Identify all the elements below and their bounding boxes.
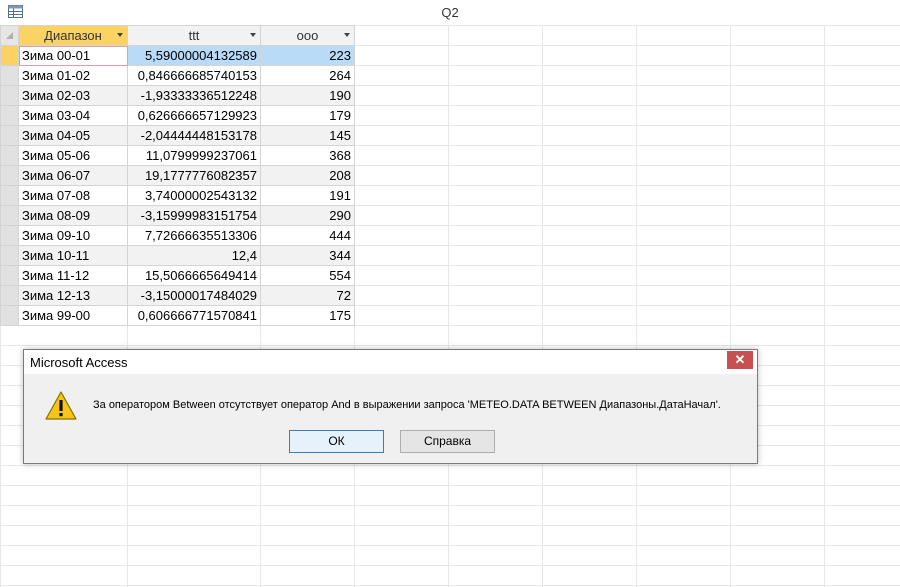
- dialog-message: За оператором Between отсутствует операт…: [93, 399, 721, 411]
- column-header-label: ttt: [188, 28, 200, 43]
- row-selector[interactable]: [0, 305, 19, 326]
- cell-range[interactable]: Зима 04-05: [18, 125, 128, 146]
- column-header-ooo[interactable]: ooo: [260, 25, 355, 46]
- cell-range[interactable]: Зима 10-11: [18, 245, 128, 266]
- cell-range[interactable]: Зима 12-13: [18, 285, 128, 306]
- cell-range[interactable]: Зима 03-04: [18, 105, 128, 126]
- cell-range[interactable]: Зима 08-09: [18, 205, 128, 226]
- row-selector[interactable]: [0, 165, 19, 186]
- cell-ooo[interactable]: 368: [260, 145, 355, 166]
- cell-ttt[interactable]: 12,4: [127, 245, 261, 266]
- cell-ooo[interactable]: 290: [260, 205, 355, 226]
- table-row[interactable]: Зима 11-12 15,5066665649414 554: [0, 265, 355, 286]
- table-row[interactable]: Зима 07-08 3,74000002543132 191: [0, 185, 355, 206]
- cell-ttt[interactable]: 0,606666771570841: [127, 305, 261, 326]
- cell-range[interactable]: Зима 00-01: [18, 45, 128, 66]
- table-row[interactable]: Зима 01-02 0,846666685740153 264: [0, 65, 355, 86]
- table-row[interactable]: Зима 10-11 12,4 344: [0, 245, 355, 266]
- table-row[interactable]: Зима 06-07 19,1777776082357 208: [0, 165, 355, 186]
- row-selector[interactable]: [0, 125, 19, 146]
- table-row[interactable]: Зима 00-01 5,59000004132589 223: [0, 45, 355, 66]
- table-row[interactable]: Зима 03-04 0,626666657129923 179: [0, 105, 355, 126]
- row-selector[interactable]: [0, 105, 19, 126]
- cell-ttt[interactable]: 15,5066665649414: [127, 265, 261, 286]
- table-row[interactable]: Зима 09-10 7,72666635513306 444: [0, 225, 355, 246]
- row-selector[interactable]: [0, 285, 19, 306]
- error-dialog: Microsoft Access ✕ За оператором Between…: [23, 349, 758, 464]
- row-selector[interactable]: [0, 225, 19, 246]
- row-selector[interactable]: [0, 245, 19, 266]
- dropdown-arrow-icon[interactable]: [117, 33, 123, 37]
- select-all-corner[interactable]: [0, 25, 19, 46]
- dialog-titlebar: Microsoft Access ✕: [24, 350, 757, 374]
- cell-range[interactable]: Зима 02-03: [18, 85, 128, 106]
- cell-range[interactable]: Зима 05-06: [18, 145, 128, 166]
- cell-ooo[interactable]: 191: [260, 185, 355, 206]
- cell-range[interactable]: Зима 07-08: [18, 185, 128, 206]
- row-selector[interactable]: [0, 45, 19, 66]
- cell-range[interactable]: Зима 09-10: [18, 225, 128, 246]
- table-row[interactable]: Зима 99-00 0,606666771570841 175: [0, 305, 355, 326]
- help-button[interactable]: Справка: [400, 430, 495, 453]
- table-row[interactable]: Зима 12-13 -3,15000017484029 72: [0, 285, 355, 306]
- cell-ttt[interactable]: 11,0799999237061: [127, 145, 261, 166]
- cell-ooo[interactable]: 264: [260, 65, 355, 86]
- cell-ttt[interactable]: 0,846666685740153: [127, 65, 261, 86]
- ok-button[interactable]: ОК: [289, 430, 384, 453]
- cell-ttt[interactable]: -3,15999983151754: [127, 205, 261, 226]
- cell-ttt[interactable]: -3,15000017484029: [127, 285, 261, 306]
- cell-range[interactable]: Зима 11-12: [18, 265, 128, 286]
- dialog-body: За оператором Between отсутствует операт…: [28, 374, 753, 458]
- cell-ttt[interactable]: 3,74000002543132: [127, 185, 261, 206]
- warning-icon: [45, 391, 77, 420]
- cell-ooo[interactable]: 179: [260, 105, 355, 126]
- cell-ttt[interactable]: 19,1777776082357: [127, 165, 261, 186]
- row-selector[interactable]: [0, 205, 19, 226]
- cell-ooo[interactable]: 208: [260, 165, 355, 186]
- column-header-ttt[interactable]: ttt: [127, 25, 261, 46]
- cell-ooo[interactable]: 444: [260, 225, 355, 246]
- cell-range[interactable]: Зима 06-07: [18, 165, 128, 186]
- dropdown-arrow-icon[interactable]: [250, 33, 256, 37]
- row-selector[interactable]: [0, 85, 19, 106]
- cell-ttt[interactable]: 0,626666657129923: [127, 105, 261, 126]
- row-selector[interactable]: [0, 145, 19, 166]
- cell-ttt[interactable]: -1,93333336512248: [127, 85, 261, 106]
- column-header-label: Диапазон: [44, 28, 102, 43]
- row-selector[interactable]: [0, 265, 19, 286]
- window-title: Q2: [441, 5, 459, 20]
- cell-ooo[interactable]: 145: [260, 125, 355, 146]
- table-row[interactable]: Зима 04-05 -2,04444448153178 145: [0, 125, 355, 146]
- cell-range[interactable]: Зима 99-00: [18, 305, 128, 326]
- cell-ttt[interactable]: 5,59000004132589: [127, 45, 261, 66]
- cell-ooo[interactable]: 72: [260, 285, 355, 306]
- row-selector[interactable]: [0, 185, 19, 206]
- table-row[interactable]: Зима 05-06 11,0799999237061 368: [0, 145, 355, 166]
- cell-ooo[interactable]: 223: [260, 45, 355, 66]
- column-header-range[interactable]: Диапазон: [18, 25, 128, 46]
- cell-ooo[interactable]: 175: [260, 305, 355, 326]
- window-titlebar: Q2: [0, 0, 900, 26]
- cell-ttt[interactable]: 7,72666635513306: [127, 225, 261, 246]
- datasheet[interactable]: Диапазон ttt ooo Зима 00-01 5,59000004132…: [0, 25, 900, 587]
- query-datasheet-table: Диапазон ttt ooo Зима 00-01 5,59000004132…: [0, 25, 355, 326]
- dropdown-arrow-icon[interactable]: [344, 33, 350, 37]
- cell-ooo[interactable]: 554: [260, 265, 355, 286]
- row-selector[interactable]: [0, 65, 19, 86]
- column-header-label: ooo: [296, 28, 319, 43]
- table-row[interactable]: Зима 02-03 -1,93333336512248 190: [0, 85, 355, 106]
- dialog-title: Microsoft Access: [30, 355, 128, 370]
- cell-ooo[interactable]: 344: [260, 245, 355, 266]
- dialog-close-button[interactable]: ✕: [727, 351, 753, 369]
- cell-ooo[interactable]: 190: [260, 85, 355, 106]
- cell-ttt[interactable]: -2,04444448153178: [127, 125, 261, 146]
- cell-range[interactable]: Зима 01-02: [18, 65, 128, 86]
- table-row[interactable]: Зима 08-09 -3,15999983151754 290: [0, 205, 355, 226]
